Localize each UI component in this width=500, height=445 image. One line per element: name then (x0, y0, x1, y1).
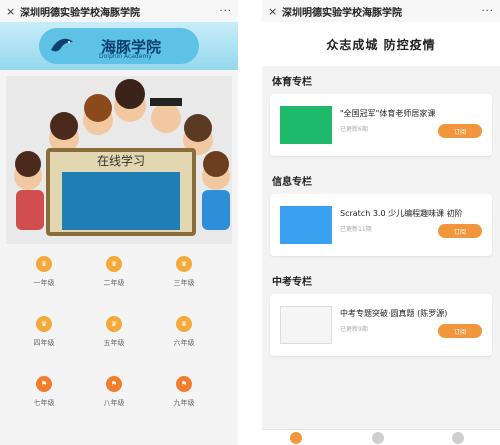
profile-icon[interactable] (452, 432, 464, 444)
left-topbar: × 深圳明德实验学校海豚学院 ··· (0, 0, 238, 22)
grade-label: 二年级 (103, 279, 125, 287)
close-icon[interactable]: × (6, 5, 18, 18)
grade-label: 三年级 (173, 279, 195, 287)
crown-icon: ♛ (36, 256, 52, 272)
grade-1[interactable]: ♛ 一年级 (14, 256, 74, 288)
section-title-exam: 中考专栏 (262, 266, 500, 294)
course-meta: 已更新6期 (340, 126, 368, 133)
course-card-sports[interactable]: "全国冠军"体育老师居家课 已更新6期 订阅 (270, 94, 492, 156)
grade-label: 五年级 (103, 339, 125, 347)
course-meta: 已更新9期 (340, 326, 368, 333)
app-title: 深圳明德实验学校海豚学院 (282, 7, 402, 19)
grade-label: 九年级 (173, 399, 195, 407)
flag-icon: ⚑ (36, 376, 52, 392)
course-thumbnail (280, 306, 332, 344)
more-icon[interactable]: ··· (478, 6, 494, 17)
section-title-sports: 体育专栏 (262, 66, 500, 94)
crown-icon: ♛ (106, 256, 122, 272)
grade-2[interactable]: ♛ 二年级 (84, 256, 144, 288)
grade-label: 七年级 (33, 399, 55, 407)
subscribe-button[interactable]: 订阅 (438, 324, 482, 338)
grade-label: 四年级 (33, 339, 55, 347)
dolphin-icon (51, 38, 73, 52)
section-title-info: 信息专栏 (262, 166, 500, 194)
grade-8[interactable]: ⚑ 八年级 (84, 376, 144, 408)
app-title: 深圳明德实验学校海豚学院 (20, 7, 140, 19)
course-title: 中考专题突破·圆真题 (陈罗源) (340, 309, 448, 318)
grade-5[interactable]: ♛ 五年级 (84, 316, 144, 348)
course-thumbnail (280, 206, 332, 244)
left-phone-screen: × 深圳明德实验学校海豚学院 ··· 海豚学院 Dolphin Academy … (0, 0, 238, 445)
course-thumbnail (280, 106, 332, 144)
grade-3[interactable]: ♛ 三年级 (154, 256, 214, 288)
subscribe-button[interactable]: 订阅 (438, 124, 482, 138)
slogan: 众志成城 防控疫情 (262, 22, 500, 66)
online-learning-hero-image: 在线学习 (6, 76, 232, 244)
flag-icon: ⚑ (106, 376, 122, 392)
crown-icon: ♛ (176, 256, 192, 272)
crown-icon: ♛ (106, 316, 122, 332)
grade-4[interactable]: ♛ 四年级 (14, 316, 74, 348)
subscribe-button[interactable]: 订阅 (438, 224, 482, 238)
online-learning-title: 在线学习 (96, 154, 145, 168)
bottom-tab-bar (262, 429, 500, 445)
grade-9[interactable]: ⚑ 九年级 (154, 376, 214, 408)
grade-label: 六年级 (173, 339, 195, 347)
course-card-info[interactable]: Scratch 3.0 少儿编程趣味课 初阶 已更新11期 订阅 (270, 194, 492, 256)
flag-icon: ⚑ (176, 376, 192, 392)
logo-english-text: Dolphin Academy (99, 53, 152, 60)
right-phone-screen: × 深圳明德实验学校海豚学院 ··· 众志成城 防控疫情 体育专栏 "全国冠军"… (262, 0, 500, 445)
more-icon[interactable]: ··· (216, 6, 232, 17)
grade-7[interactable]: ⚑ 七年级 (14, 376, 74, 408)
home-icon[interactable] (290, 432, 302, 444)
grade-label: 一年级 (33, 279, 55, 287)
course-meta: 已更新11期 (340, 226, 372, 233)
message-icon[interactable] (372, 432, 384, 444)
course-title: "全国冠军"体育老师居家课 (340, 109, 436, 118)
right-topbar: × 深圳明德实验学校海豚学院 ··· (262, 0, 500, 22)
course-card-exam[interactable]: 中考专题突破·圆真题 (陈罗源) 已更新9期 订阅 (270, 294, 492, 356)
crown-icon: ♛ (36, 316, 52, 332)
laptop-illustration (62, 172, 180, 230)
grade-6[interactable]: ♛ 六年级 (154, 316, 214, 348)
close-icon[interactable]: × (268, 5, 280, 18)
course-title: Scratch 3.0 少儿编程趣味课 初阶 (340, 209, 463, 218)
dolphin-academy-logo: 海豚学院 Dolphin Academy (39, 28, 199, 64)
crown-icon: ♛ (176, 316, 192, 332)
grade-label: 八年级 (103, 399, 125, 407)
dolphin-academy-banner: 海豚学院 Dolphin Academy (0, 22, 238, 70)
